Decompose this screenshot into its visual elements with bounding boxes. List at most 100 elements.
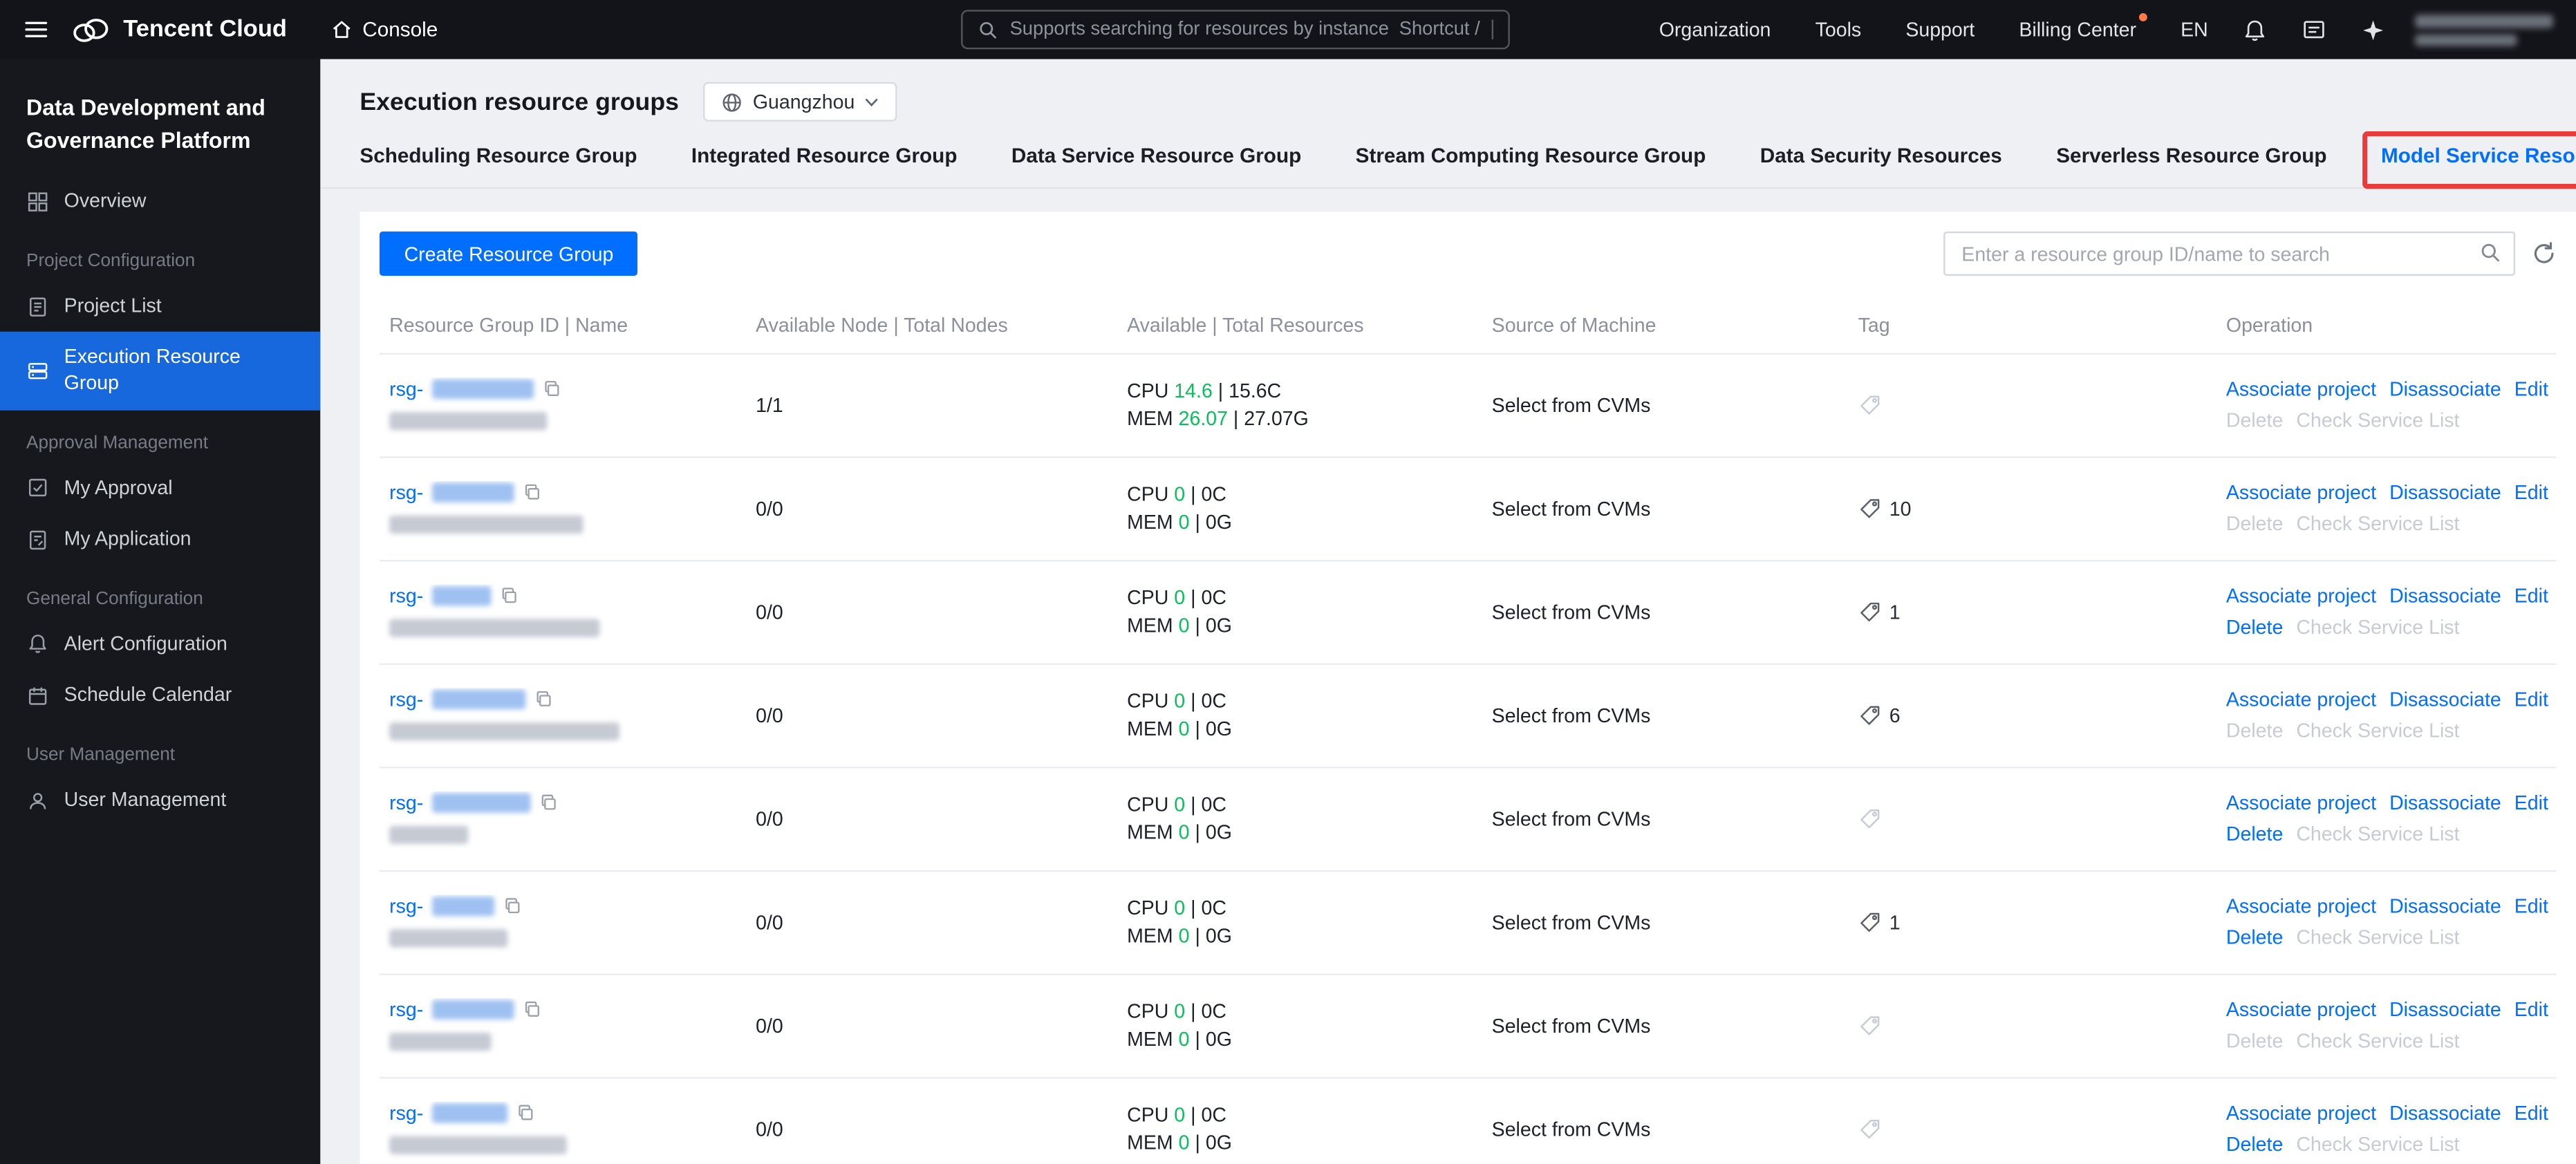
resource-group-id-link[interactable]: rsg- — [389, 791, 423, 814]
tag-button[interactable] — [1858, 808, 2226, 831]
edit-link[interactable]: Edit — [2514, 688, 2548, 711]
resource-group-id-link[interactable]: rsg- — [389, 894, 423, 917]
resource-group-id-link[interactable]: rsg- — [389, 480, 423, 503]
edit-link[interactable]: Edit — [2514, 1102, 2548, 1125]
sidebar-item-alert-configuration[interactable]: Alert Configuration — [0, 619, 320, 670]
notification-bell-icon[interactable] — [2243, 17, 2268, 42]
mem-total: 0G — [1205, 924, 1232, 948]
copy-button[interactable] — [539, 792, 559, 812]
sidebar-item-project-list[interactable]: Project List — [0, 280, 320, 332]
sidebar-item-overview[interactable]: Overview — [0, 176, 320, 227]
delete-link[interactable]: Delete — [2226, 512, 2283, 535]
edit-link[interactable]: Edit — [2514, 481, 2548, 504]
mem-total: 0G — [1205, 1027, 1232, 1051]
nav-support[interactable]: Support — [1905, 18, 1975, 41]
tag-button[interactable]: 1 — [1858, 911, 2226, 934]
disassociate-link[interactable]: Disassociate — [2389, 585, 2501, 608]
resource-group-id-link[interactable]: rsg- — [389, 1101, 423, 1124]
edit-link[interactable]: Edit — [2514, 377, 2548, 400]
edit-link[interactable]: Edit — [2514, 894, 2548, 917]
copy-button[interactable] — [522, 999, 542, 1019]
console-link[interactable]: Console — [330, 18, 438, 41]
associate-project-link[interactable]: Associate project — [2226, 585, 2376, 608]
tab[interactable]: Integrated Resource Group — [691, 144, 958, 187]
delete-link[interactable]: Delete — [2226, 926, 2283, 949]
edit-link[interactable]: Edit — [2514, 791, 2548, 814]
region-selector[interactable]: Guangzhou — [703, 82, 898, 122]
delete-link[interactable]: Delete — [2226, 409, 2283, 431]
nodes-cell: 0/0 — [756, 601, 783, 624]
associate-project-link[interactable]: Associate project — [2226, 377, 2376, 400]
resource-group-id-link[interactable]: rsg- — [389, 583, 423, 606]
associate-project-link[interactable]: Associate project — [2226, 894, 2376, 917]
associate-project-link[interactable]: Associate project — [2226, 998, 2376, 1021]
disassociate-link[interactable]: Disassociate — [2389, 688, 2501, 711]
table-row: rsg- 0/0 CPU 0 | 0C MEM 0 | 0G Select fr… — [379, 456, 2557, 560]
nav-language[interactable]: EN — [2181, 18, 2208, 41]
tag-cell: 6 — [1858, 704, 2226, 727]
copy-button[interactable] — [522, 482, 542, 502]
create-resource-group-button[interactable]: Create Resource Group — [379, 231, 638, 276]
edit-link[interactable]: Edit — [2514, 998, 2548, 1021]
disassociate-link[interactable]: Disassociate — [2389, 894, 2501, 917]
delete-link[interactable]: Delete — [2226, 616, 2283, 639]
tag-button[interactable]: 1 — [1858, 601, 2226, 624]
refresh-button[interactable] — [2532, 241, 2557, 266]
tab[interactable]: Serverless Resource Group — [2056, 144, 2326, 187]
sidebar-item-user-management[interactable]: User Management — [0, 775, 320, 827]
operations-cell: Associate project Disassociate Edit Delete… — [2226, 789, 2557, 849]
feedback-icon[interactable] — [2302, 17, 2326, 42]
tab[interactable]: Stream Computing Resource Group — [1356, 144, 1706, 187]
hamburger-menu-button[interactable] — [23, 17, 49, 43]
delete-link[interactable]: Delete — [2226, 823, 2283, 845]
disassociate-link[interactable]: Disassociate — [2389, 1102, 2501, 1125]
resource-group-id-link[interactable]: rsg- — [389, 687, 423, 710]
tab[interactable]: Data Service Resource Group — [1011, 144, 1301, 187]
edit-link[interactable]: Edit — [2514, 585, 2548, 608]
mem-available: 0 — [1178, 1131, 1190, 1154]
check-service-list-link: Check Service List — [2296, 1029, 2460, 1053]
resource-group-id-link[interactable]: rsg- — [389, 997, 423, 1020]
nav-tools[interactable]: Tools — [1816, 18, 1862, 41]
delete-link[interactable]: Delete — [2226, 1029, 2283, 1052]
disassociate-link[interactable]: Disassociate — [2389, 998, 2501, 1021]
tag-button[interactable] — [1858, 394, 2226, 417]
associate-project-link[interactable]: Associate project — [2226, 1102, 2376, 1125]
disassociate-link[interactable]: Disassociate — [2389, 481, 2501, 504]
disassociate-link[interactable]: Disassociate — [2389, 791, 2501, 814]
associate-project-link[interactable]: Associate project — [2226, 481, 2376, 504]
sidebar-item-execution-resource-group[interactable]: Execution Resource Group — [0, 332, 321, 410]
copy-button[interactable] — [499, 585, 519, 606]
tab[interactable]: Data Security Resources — [1760, 144, 2002, 187]
tag-button[interactable] — [1858, 1015, 2226, 1038]
copy-button[interactable] — [534, 688, 554, 708]
tag-button[interactable]: 6 — [1858, 704, 2226, 727]
sparkle-icon[interactable] — [2361, 17, 2386, 42]
tencent-cloud-logo[interactable]: Tencent Cloud — [71, 16, 287, 44]
topbar-search-input[interactable] — [1009, 19, 1388, 40]
resource-group-id-link[interactable]: rsg- — [389, 377, 423, 400]
copy-button[interactable] — [515, 1102, 535, 1123]
tab[interactable]: Scheduling Resource Group — [360, 144, 637, 187]
tag-button[interactable] — [1858, 1118, 2226, 1141]
resource-group-search-input[interactable] — [1943, 231, 2516, 276]
nav-billing-center[interactable]: Billing Center — [2019, 13, 2148, 41]
associate-project-link[interactable]: Associate project — [2226, 688, 2376, 711]
sidebar-item-schedule-calendar[interactable]: Schedule Calendar — [0, 670, 320, 722]
tab[interactable]: Model Service Resource Group — [2362, 131, 2576, 189]
search-icon[interactable] — [2479, 241, 2502, 264]
resources-cell: CPU 0 | 0C MEM 0 | 0G — [1127, 894, 1492, 950]
user-icon — [30, 792, 46, 809]
nav-organization[interactable]: Organization — [1659, 18, 1771, 41]
sidebar-item-my-application[interactable]: My Application — [0, 514, 320, 566]
tag-button[interactable]: 10 — [1858, 498, 2226, 520]
copy-button[interactable] — [502, 896, 522, 916]
account-menu[interactable] — [2415, 14, 2553, 46]
sidebar-item-my-approval[interactable]: My Approval — [0, 462, 320, 514]
disassociate-link[interactable]: Disassociate — [2389, 377, 2501, 400]
delete-link[interactable]: Delete — [2226, 1133, 2283, 1156]
cpu-available: 0 — [1174, 689, 1186, 713]
copy-button[interactable] — [541, 378, 561, 398]
associate-project-link[interactable]: Associate project — [2226, 791, 2376, 814]
delete-link[interactable]: Delete — [2226, 719, 2283, 742]
